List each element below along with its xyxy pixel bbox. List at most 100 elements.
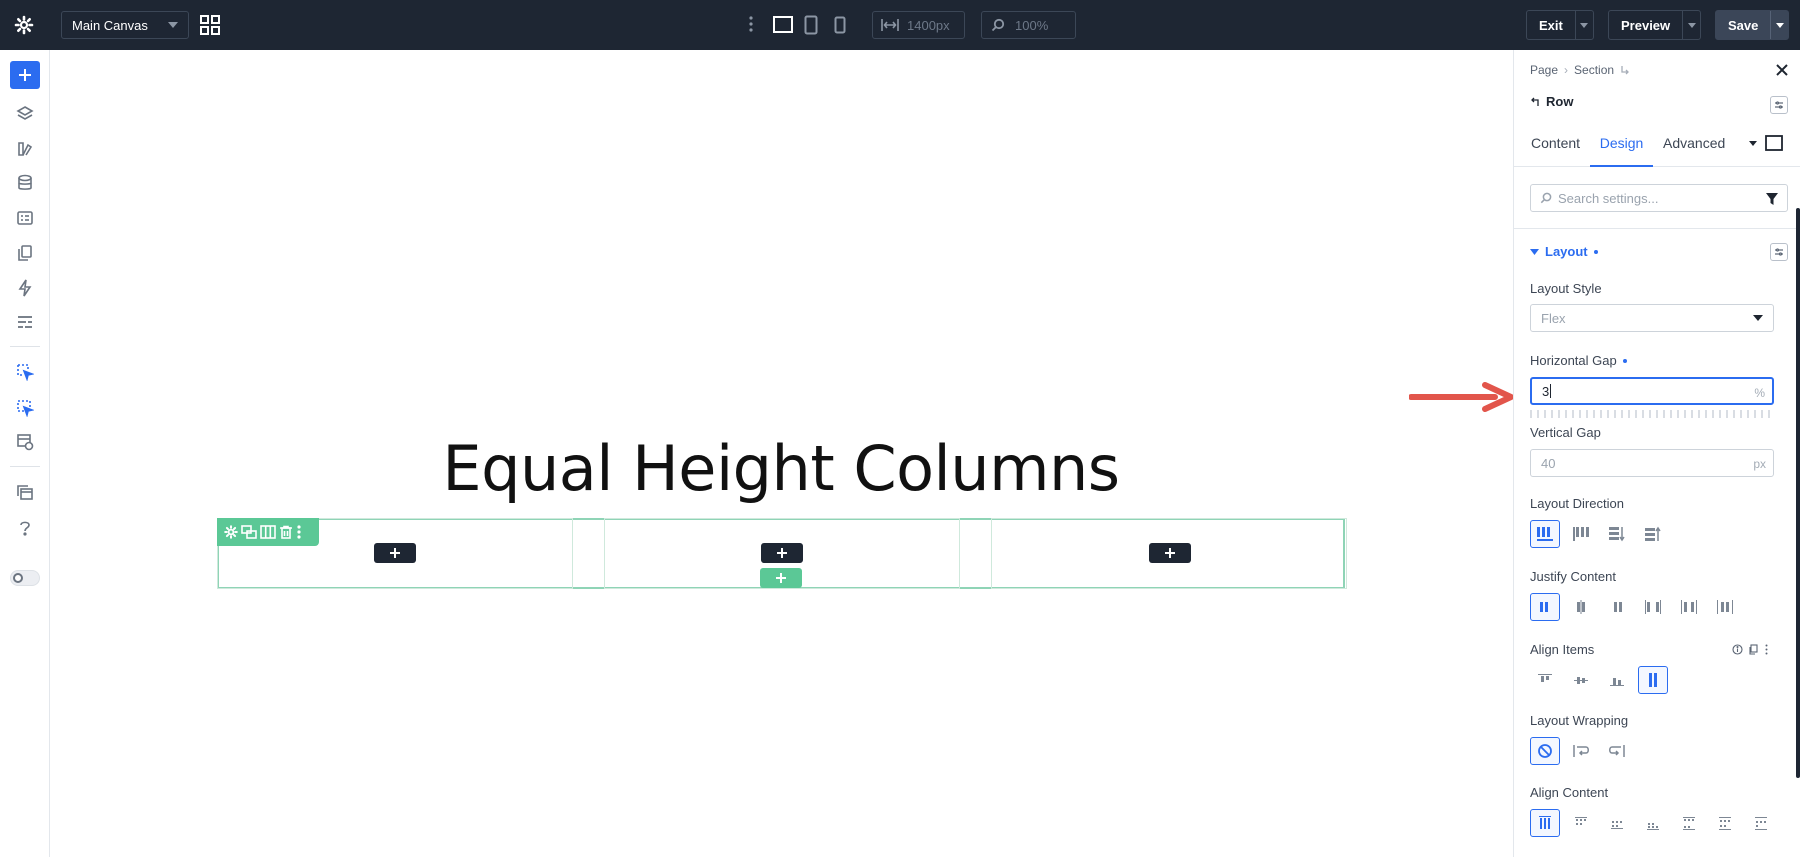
breadcrumb-page[interactable]: Page bbox=[1530, 63, 1558, 77]
row-duplicate-icon[interactable] bbox=[241, 525, 257, 539]
row-settings-icon[interactable] bbox=[224, 525, 238, 539]
row-more-icon[interactable] bbox=[296, 524, 302, 540]
direction-column-icon[interactable] bbox=[1602, 520, 1632, 548]
copy-icon[interactable] bbox=[1748, 644, 1759, 655]
row-columns-icon[interactable] bbox=[260, 525, 276, 539]
save-button-label: Save bbox=[1728, 17, 1759, 33]
justify-end-icon[interactable] bbox=[1602, 593, 1632, 621]
parent-return-arrow-icon[interactable] bbox=[1530, 97, 1540, 107]
add-module-button[interactable] bbox=[1149, 543, 1191, 563]
state-preview-icon[interactable] bbox=[1765, 135, 1783, 151]
align-content-stretch-icon[interactable] bbox=[1530, 809, 1560, 837]
align-content-start-icon[interactable] bbox=[1566, 809, 1596, 837]
pages-icon[interactable] bbox=[10, 239, 40, 267]
align-center-icon[interactable] bbox=[1566, 666, 1596, 694]
tabs-more-chevron-icon[interactable] bbox=[1749, 141, 1757, 146]
more-vertical-icon[interactable] bbox=[1764, 644, 1769, 655]
align-stretch-icon[interactable] bbox=[1638, 666, 1668, 694]
horizontal-gap-input[interactable]: 3 % bbox=[1530, 377, 1774, 405]
row-delete-icon[interactable] bbox=[279, 525, 293, 539]
justify-center-icon[interactable] bbox=[1566, 593, 1596, 621]
more-vertical-icon[interactable] bbox=[748, 15, 754, 33]
layout-style-value: Flex bbox=[1541, 310, 1566, 326]
info-icon[interactable] bbox=[1732, 644, 1743, 655]
layout-wrapping-options bbox=[1530, 737, 1632, 765]
justify-space-around-icon[interactable] bbox=[1674, 593, 1704, 621]
database-icon[interactable] bbox=[10, 169, 40, 197]
layout-preview-icon[interactable] bbox=[10, 428, 40, 456]
phone-view-icon[interactable] bbox=[834, 16, 846, 34]
settings-search-input[interactable]: Search settings... bbox=[1530, 184, 1788, 212]
align-start-icon[interactable] bbox=[1530, 666, 1560, 694]
align-items-options bbox=[1530, 666, 1668, 694]
settings-gear-icon[interactable] bbox=[14, 15, 34, 35]
justify-start-icon[interactable] bbox=[1530, 593, 1560, 621]
add-element-button[interactable] bbox=[10, 61, 40, 89]
align-items-label: Align Items bbox=[1530, 642, 1595, 657]
tab-advanced[interactable]: Advanced bbox=[1663, 135, 1725, 167]
wrap-reverse-icon[interactable] bbox=[1602, 737, 1632, 765]
add-module-button[interactable] bbox=[374, 543, 416, 563]
exit-button[interactable]: Exit bbox=[1526, 10, 1594, 40]
justify-content-options bbox=[1530, 593, 1740, 621]
theme-builder-icon[interactable] bbox=[10, 135, 40, 163]
tablet-view-icon[interactable] bbox=[804, 15, 818, 35]
modified-indicator bbox=[1593, 249, 1598, 254]
layout-style-select[interactable]: Flex bbox=[1530, 304, 1774, 332]
select-multiple-icon[interactable] bbox=[10, 394, 40, 422]
panel-scrollbar[interactable] bbox=[1796, 208, 1800, 778]
forms-icon[interactable] bbox=[10, 204, 40, 232]
modified-indicator bbox=[1622, 358, 1627, 363]
horizontal-gap-slider[interactable] bbox=[1530, 410, 1774, 418]
canvas-select[interactable]: Main Canvas bbox=[61, 11, 189, 39]
page-heading[interactable]: Equal Height Columns bbox=[51, 428, 1511, 510]
desktop-view-icon[interactable] bbox=[773, 16, 793, 34]
exit-chevron-down-icon[interactable] bbox=[1574, 11, 1593, 39]
save-chevron-down-icon[interactable] bbox=[1770, 11, 1788, 39]
align-content-space-between-icon[interactable] bbox=[1674, 809, 1704, 837]
direction-row-icon[interactable] bbox=[1530, 520, 1560, 548]
align-content-end-icon[interactable] bbox=[1638, 809, 1668, 837]
wrap-icon[interactable] bbox=[1566, 737, 1596, 765]
help-icon[interactable] bbox=[10, 514, 40, 542]
preview-button[interactable]: Preview bbox=[1608, 10, 1702, 40]
element-options-icon[interactable] bbox=[1770, 96, 1788, 114]
direction-row-reverse-icon[interactable] bbox=[1566, 520, 1596, 548]
lightning-icon[interactable] bbox=[10, 274, 40, 302]
align-items-tools bbox=[1732, 644, 1769, 655]
filter-icon[interactable] bbox=[1766, 193, 1778, 205]
tab-content[interactable]: Content bbox=[1531, 135, 1580, 167]
grid-layout-icon[interactable] bbox=[199, 14, 221, 36]
justify-space-between-icon[interactable] bbox=[1638, 593, 1668, 621]
align-end-icon[interactable] bbox=[1602, 666, 1632, 694]
canvas-width-input[interactable]: 1400px bbox=[872, 11, 965, 39]
no-wrap-icon[interactable] bbox=[1530, 737, 1560, 765]
breadcrumb-section[interactable]: Section bbox=[1574, 63, 1614, 77]
section-options-icon[interactable] bbox=[1770, 243, 1788, 261]
settings-list-icon[interactable] bbox=[10, 308, 40, 336]
preview-chevron-down-icon[interactable] bbox=[1682, 11, 1700, 39]
select-element-icon[interactable] bbox=[10, 358, 40, 386]
theme-toggle[interactable] bbox=[10, 570, 40, 586]
horizontal-gap-unit[interactable]: % bbox=[1754, 386, 1765, 400]
align-content-center-icon[interactable] bbox=[1602, 809, 1632, 837]
align-content-space-evenly-icon[interactable] bbox=[1746, 809, 1776, 837]
layout-direction-label: Layout Direction bbox=[1530, 496, 1624, 511]
save-button[interactable]: Save bbox=[1715, 10, 1790, 40]
zoom-input[interactable]: 100% bbox=[981, 11, 1076, 39]
layers-icon[interactable] bbox=[10, 100, 40, 128]
vertical-gap-unit[interactable]: px bbox=[1753, 457, 1766, 471]
layout-section-header[interactable]: Layout bbox=[1530, 244, 1598, 259]
close-icon[interactable] bbox=[1776, 64, 1788, 76]
align-content-space-around-icon[interactable] bbox=[1710, 809, 1740, 837]
add-row-button[interactable] bbox=[760, 568, 802, 588]
direction-column-reverse-icon[interactable] bbox=[1638, 520, 1668, 548]
add-module-button[interactable] bbox=[761, 543, 803, 563]
windows-icon[interactable] bbox=[10, 479, 40, 507]
layout-direction-options bbox=[1530, 520, 1668, 548]
tab-design[interactable]: Design bbox=[1590, 135, 1653, 167]
justify-space-evenly-icon[interactable] bbox=[1710, 593, 1740, 621]
toggle-knob bbox=[13, 573, 23, 583]
vertical-gap-input[interactable]: 40 px bbox=[1530, 449, 1774, 477]
horizontal-gap-label: Horizontal Gap bbox=[1530, 353, 1617, 368]
